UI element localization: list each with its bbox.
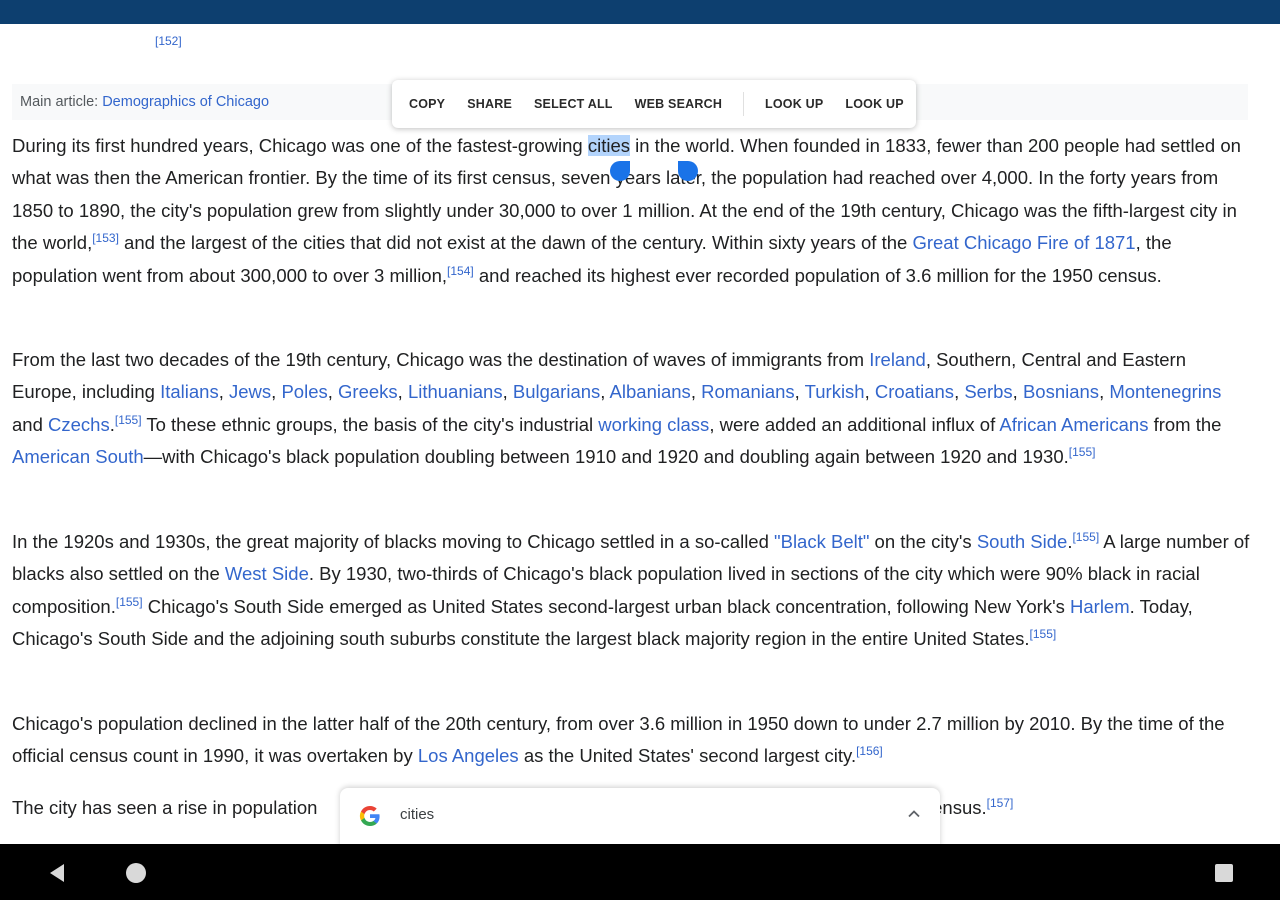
web-search-button[interactable]: WEB SEARCH <box>624 97 733 111</box>
reference-link[interactable]: [155] <box>116 595 143 609</box>
reference-link[interactable]: [156] <box>856 744 883 758</box>
copy-button[interactable]: COPY <box>398 97 456 111</box>
toolbar-divider <box>743 92 745 116</box>
link-los-angeles[interactable]: Los Angeles <box>418 745 519 766</box>
hatnote-link[interactable]: Demographics of Chicago <box>102 94 269 110</box>
link-lithuanians[interactable]: Lithuanians <box>408 381 503 402</box>
link-turkish[interactable]: Turkish <box>805 381 865 402</box>
link-ireland[interactable]: Ireland <box>869 349 926 370</box>
look-up-button[interactable]: LOOK UP <box>834 97 914 111</box>
paragraph-3: In the 1920s and 1930s, the great majori… <box>12 529 1250 650</box>
reference-link[interactable]: [153] <box>92 231 119 245</box>
link-west-side[interactable]: West Side <box>225 563 309 584</box>
text-selection-toolbar: COPY SHARE SELECT ALL WEB SEARCH LOOK UP… <box>392 80 916 128</box>
back-triangle-icon[interactable] <box>48 863 66 883</box>
link-harlem[interactable]: Harlem <box>1070 596 1130 617</box>
link-czechs[interactable]: Czechs <box>48 414 110 435</box>
link-albanians[interactable]: Albanians <box>610 381 691 402</box>
status-bar <box>0 0 1280 24</box>
link-montenegrins[interactable]: Montenegrins <box>1109 381 1221 402</box>
link-italians[interactable]: Italians <box>160 381 219 402</box>
link-african-americans[interactable]: African Americans <box>999 414 1148 435</box>
reference-link[interactable]: [155] <box>1069 445 1096 459</box>
hatnote-prefix: Main article: <box>20 94 103 110</box>
link-bulgarians[interactable]: Bulgarians <box>513 381 600 402</box>
selection-handle-end[interactable] <box>678 161 698 181</box>
navigation-bar <box>0 844 1280 900</box>
link-serbs[interactable]: Serbs <box>964 381 1012 402</box>
paragraph-1: During its first hundred years, Chicago … <box>12 135 1241 286</box>
reference-link[interactable]: [155] <box>1072 530 1099 544</box>
home-circle-icon[interactable] <box>126 863 146 883</box>
chevron-up-icon[interactable] <box>906 806 922 822</box>
link-working-class[interactable]: working class <box>598 414 709 435</box>
recents-square-icon[interactable] <box>1215 864 1233 882</box>
google-g-icon <box>359 806 380 826</box>
link-south-side[interactable]: South Side <box>977 531 1068 552</box>
paragraph-2: From the last two decades of the 19th ce… <box>12 349 1222 468</box>
link-great-chicago-fire[interactable]: Great Chicago Fire of 1871 <box>912 232 1135 253</box>
selected-text[interactable]: cities <box>587 135 630 156</box>
link-greeks[interactable]: Greeks <box>338 381 398 402</box>
select-all-button[interactable]: SELECT ALL <box>523 97 624 111</box>
selection-handle-start[interactable] <box>610 161 630 181</box>
reference-link[interactable]: [154] <box>447 263 474 277</box>
link-poles[interactable]: Poles <box>281 381 327 402</box>
look-up-button[interactable]: LOOK UP <box>754 97 834 111</box>
reference-link[interactable]: [155] <box>1030 627 1057 641</box>
link-romanians[interactable]: Romanians <box>701 381 795 402</box>
link-american-south[interactable]: American South <box>12 446 144 467</box>
reference-link[interactable]: [155] <box>115 413 142 427</box>
paragraph-4: Chicago's population declined in the lat… <box>12 713 1225 767</box>
search-query: cities <box>400 806 435 823</box>
reference-link[interactable]: [152] <box>155 34 182 48</box>
reference-link[interactable]: [157] <box>987 796 1014 810</box>
link-croatians[interactable]: Croatians <box>875 381 954 402</box>
search-suggestion-bar[interactable]: cities <box>340 788 940 848</box>
link-bosnians[interactable]: Bosnians <box>1023 381 1099 402</box>
link-black-belt[interactable]: "Black Belt" <box>774 531 869 552</box>
share-button[interactable]: SHARE <box>456 97 523 111</box>
link-jews[interactable]: Jews <box>229 381 271 402</box>
